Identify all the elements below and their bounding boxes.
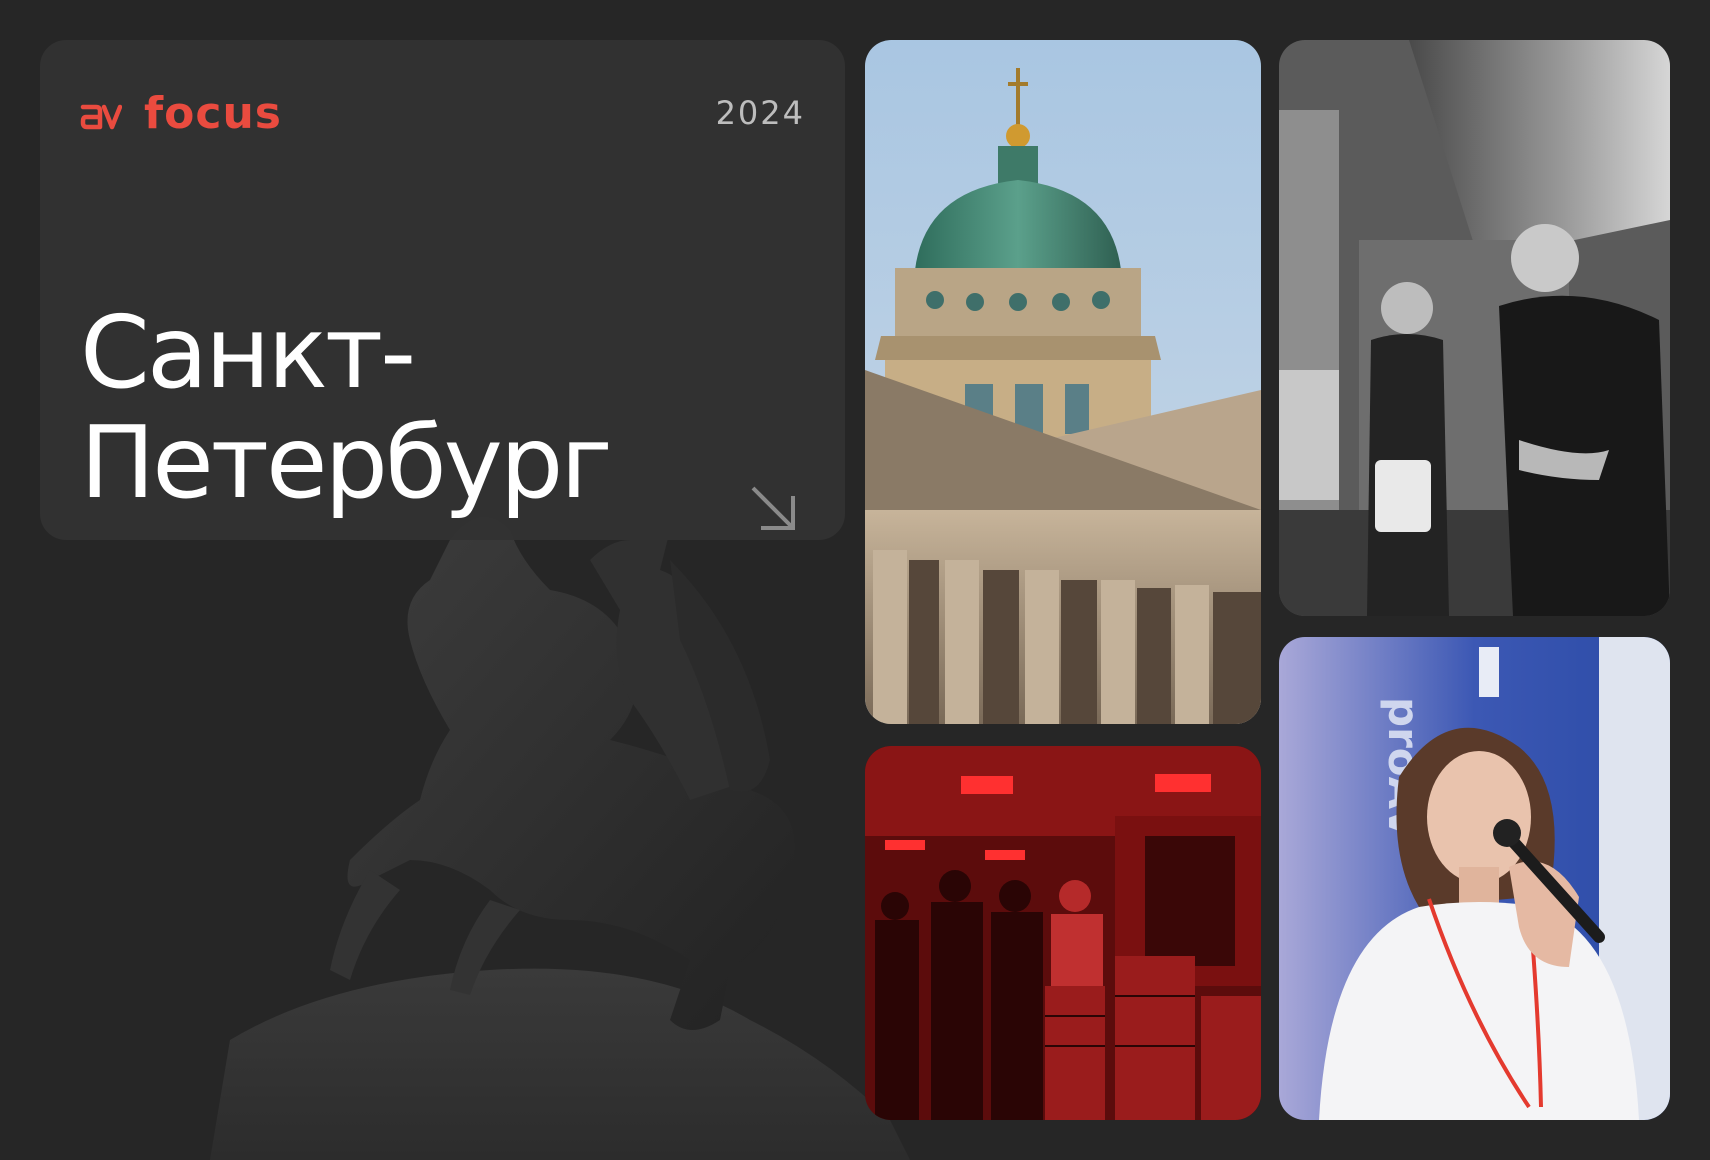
logo-text: focus [144,88,282,139]
kazan-cathedral-photo [865,40,1261,724]
city-title-line-2: Петербург [80,404,613,521]
exhibition-conversation-photo [1279,40,1670,616]
av-focus-logo[interactable]: focus [80,88,282,139]
speaker-microphone-photo: proAV [1279,637,1670,1120]
arrow-down-right-icon[interactable] [747,482,801,536]
year-label: 2024 [715,94,805,132]
showroom-red-photo [865,746,1261,1120]
city-title: Санкт- Петербург [80,294,613,521]
bronze-horseman-statue-image [210,507,910,1160]
city-title-line-1: Санкт- [80,294,416,411]
av-logo-icon [80,104,122,129]
hero-card: focus 2024 Санкт- Петербург [40,40,845,540]
